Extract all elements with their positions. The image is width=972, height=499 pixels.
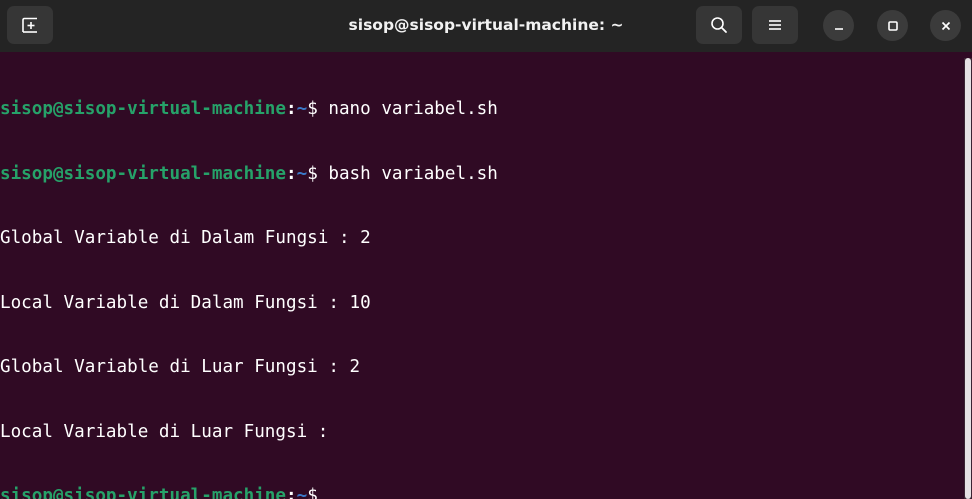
prompt-separator: :	[286, 99, 297, 119]
scrollbar-thumb[interactable]	[965, 58, 971, 499]
command-line: sisop@sisop-virtual-machine:~$ bash vari…	[0, 164, 962, 186]
maximize-button[interactable]	[877, 10, 908, 41]
prompt-symbol: $	[307, 486, 318, 499]
maximize-icon	[887, 20, 898, 31]
output-line: Global Variable di Dalam Fungsi : 2	[0, 228, 371, 248]
search-button[interactable]	[696, 6, 742, 44]
output-line: Local Variable di Dalam Fungsi : 10	[0, 292, 371, 313]
current-prompt-line: sisop@sisop-virtual-machine:~$	[0, 486, 962, 499]
output-line: Global Variable di Luar Fungsi : 2	[0, 357, 361, 377]
prompt-path: ~	[296, 486, 308, 499]
prompt-user-host: sisop@sisop-virtual-machine	[0, 163, 286, 184]
prompt-symbol: $	[307, 163, 318, 184]
prompt-symbol: $	[307, 99, 318, 119]
title-bar: sisop@sisop-virtual-machine: ~	[0, 0, 972, 52]
command-text: bash variabel.sh	[317, 163, 498, 184]
terminal-window: sisop@sisop-virtual-machine: ~ sisop@sis…	[0, 0, 972, 499]
prompt-separator: :	[286, 486, 297, 499]
search-icon	[711, 17, 727, 33]
command-text: nano variabel.sh	[317, 99, 498, 119]
terminal-output[interactable]: sisop@sisop-virtual-machine:~$ nano vari…	[0, 56, 962, 499]
scrollbar[interactable]	[964, 58, 972, 499]
command-line: sisop@sisop-virtual-machine:~$ nano vari…	[0, 99, 962, 121]
minimize-icon	[834, 27, 843, 30]
prompt-separator: :	[286, 163, 297, 184]
hamburger-menu-icon	[769, 20, 781, 30]
output-line: Local Variable di Luar Fungsi :	[0, 421, 339, 442]
prompt-user-host: sisop@sisop-virtual-machine	[0, 99, 286, 119]
prompt-user-host: sisop@sisop-virtual-machine	[0, 486, 286, 499]
prompt-path: ~	[296, 99, 308, 119]
close-button[interactable]	[930, 10, 961, 41]
prompt-path: ~	[296, 163, 308, 184]
minimize-button[interactable]	[823, 10, 854, 41]
menu-button[interactable]	[752, 6, 798, 44]
close-icon	[941, 21, 950, 30]
